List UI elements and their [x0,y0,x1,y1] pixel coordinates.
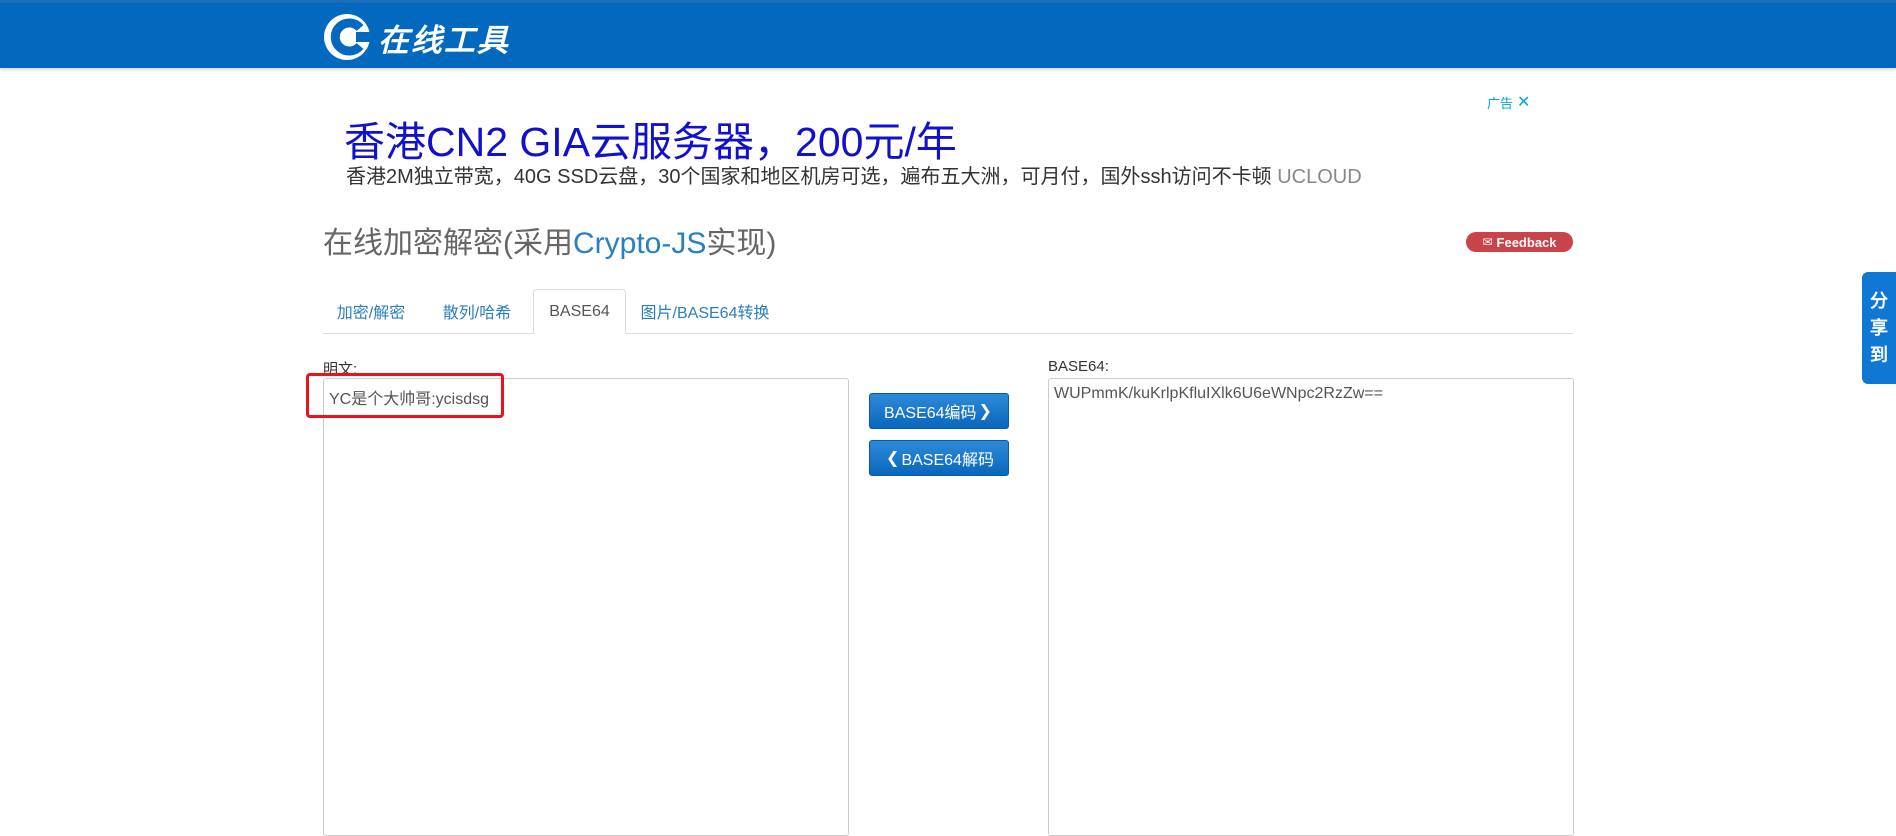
site-header: 在线工具 [0,3,1896,68]
page-title-suffix: 实现) [706,227,777,260]
share-char: 分 [1870,290,1888,311]
tab-bar: 加密/解密 散列/哈希 BASE64 图片/BASE64转换 [323,289,1573,334]
ad-title[interactable]: 香港CN2 GIA云服务器，200元/年 [344,108,957,168]
decode-label: BASE64解码 [901,452,994,469]
advertisement[interactable]: 香港CN2 GIA云服务器，200元/年 香港2M独立带宽，40G SSD云盘，… [324,92,1542,202]
page-title-accent[interactable]: Crypto-JS [573,227,706,260]
base64-output[interactable]: WUPmmK/kuKrlpKfluIXlk6U6eWNpc2RzZw== [1048,378,1574,836]
highlight-box [306,373,504,418]
ad-brand: UCLOUD [1277,166,1362,188]
site-logo[interactable]: 在线工具 [322,11,510,63]
page-title-prefix: 在线加密解密(采用 [323,227,573,260]
tab-encrypt-decrypt[interactable]: 加密/解密 [323,289,419,333]
tab-image-base64[interactable]: 图片/BASE64转换 [635,289,775,333]
ad-label-text: 广告 [1487,95,1514,111]
ad-description[interactable]: 香港2M独立带宽，40G SSD云盘，30个国家和地区机房可选，遍布五大洲，可月… [346,160,1362,189]
share-button[interactable]: 分 享 到 [1862,272,1896,384]
feedback-button[interactable]: ✉ Feedback [1466,232,1573,252]
share-char: 到 [1870,344,1888,365]
plaintext-input[interactable]: YC是个大帅哥:ycisdsg [323,378,849,836]
ad-label[interactable]: 广告 ✕ [1487,92,1530,112]
tab-label: 加密/解密 [336,305,406,322]
logo-c-icon [322,12,372,62]
base64-encode-button[interactable]: BASE64编码 ❯ [869,393,1009,429]
logo-text: 在线工具 [378,22,510,59]
share-char: 享 [1870,317,1888,338]
tab-base64[interactable]: BASE64 [533,289,626,334]
tab-label: BASE64 [549,302,610,320]
chevron-right-icon: ❯ [978,403,992,420]
close-icon[interactable]: ✕ [1517,92,1530,112]
page-title: 在线加密解密(采用Crypto-JS实现) [323,218,776,262]
chevron-left-icon: ❮ [886,450,900,467]
tab-label: 图片/BASE64转换 [640,305,770,322]
tab-hash[interactable]: 散列/哈希 [429,289,525,333]
ad-description-text: 香港2M独立带宽，40G SSD云盘，30个国家和地区机房可选，遍布五大洲，可月… [346,166,1272,188]
base64-label: BASE64: [1048,358,1109,375]
base64-decode-button[interactable]: ❮ BASE64解码 [869,440,1009,476]
encode-label: BASE64编码 [884,405,977,422]
mail-icon: ✉ [1482,235,1493,249]
feedback-label: Feedback [1496,234,1557,250]
tab-label: 散列/哈希 [442,305,512,322]
